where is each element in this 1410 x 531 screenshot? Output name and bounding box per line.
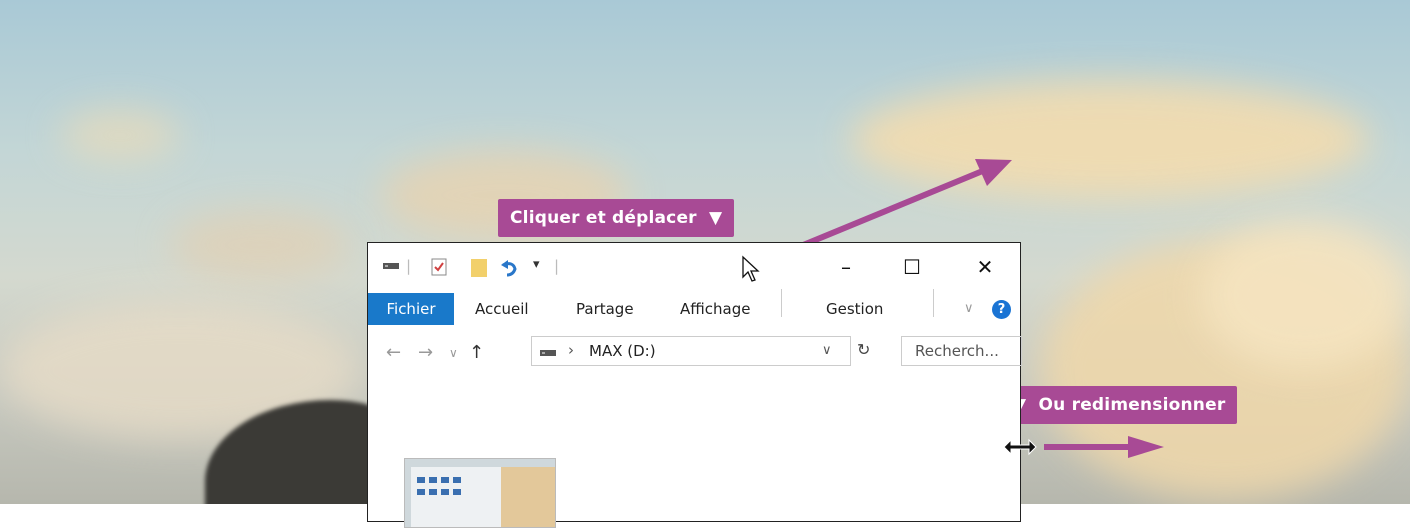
forward-icon[interactable]: → — [418, 342, 433, 363]
up-icon[interactable]: ↑ — [469, 342, 484, 363]
ribbon-divider — [933, 289, 934, 317]
minimize-button[interactable]: – — [823, 253, 869, 281]
drive-icon — [539, 344, 557, 363]
undo-icon[interactable] — [499, 257, 519, 283]
file-explorer-window[interactable]: | ▾ | – ☐ ✕ Fichier Accueil Partage Affi… — [367, 242, 1022, 528]
tab-affichage[interactable]: Affichage — [680, 293, 750, 325]
properties-icon[interactable] — [430, 257, 448, 281]
qa-separator: | — [406, 257, 412, 275]
close-button[interactable]: ✕ — [962, 253, 1008, 281]
address-dropdown-icon[interactable]: ∨ — [822, 343, 832, 358]
move-annotation: Cliquer et déplacer ▼ — [498, 199, 735, 237]
address-location[interactable]: MAX (D:) — [589, 342, 656, 360]
drive-icon[interactable] — [382, 257, 400, 275]
qa-separator: | — [554, 257, 560, 275]
ribbon-divider — [781, 289, 782, 317]
expand-ribbon-icon[interactable]: ∨ — [964, 293, 974, 325]
recent-locations-icon[interactable]: ∨ — [449, 346, 458, 360]
search-input[interactable]: Recherch... — [901, 336, 1022, 366]
resize-annotation-label: Ou redimensionner — [1038, 395, 1226, 415]
resize-cursor-icon — [1002, 437, 1038, 461]
help-icon[interactable]: ? — [992, 300, 1011, 319]
ribbon-tabs: Fichier Accueil Partage Affichage Gestio… — [368, 289, 1020, 325]
resize-arrow-right — [1044, 436, 1164, 458]
address-bar-row: ← → ∨ ↑ › MAX (D:) ∨ ↻ Recherch... — [368, 336, 1022, 372]
path-separator: › — [568, 341, 574, 359]
tab-partage[interactable]: Partage — [576, 293, 634, 325]
tab-fichier[interactable]: Fichier — [368, 293, 454, 325]
resize-annotation: ▼ Ou redimensionner — [1001, 386, 1238, 424]
mouse-cursor-icon — [740, 255, 762, 287]
address-bar[interactable]: › MAX (D:) ∨ — [531, 336, 851, 366]
triangle-down-icon: ▼ — [702, 208, 723, 228]
back-icon[interactable]: ← — [386, 342, 401, 363]
tab-accueil[interactable]: Accueil — [475, 293, 529, 325]
maximize-button[interactable]: ☐ — [889, 253, 935, 281]
refresh-icon[interactable]: ↻ — [857, 340, 870, 359]
move-annotation-label: Cliquer et déplacer — [510, 208, 697, 228]
tab-gestion[interactable]: Gestion — [826, 293, 883, 325]
customize-qa-icon[interactable]: ▾ — [533, 257, 540, 272]
file-thumbnail[interactable] — [404, 458, 556, 528]
title-bar[interactable]: | ▾ | – ☐ ✕ — [368, 243, 1020, 289]
new-folder-icon[interactable] — [470, 257, 488, 283]
